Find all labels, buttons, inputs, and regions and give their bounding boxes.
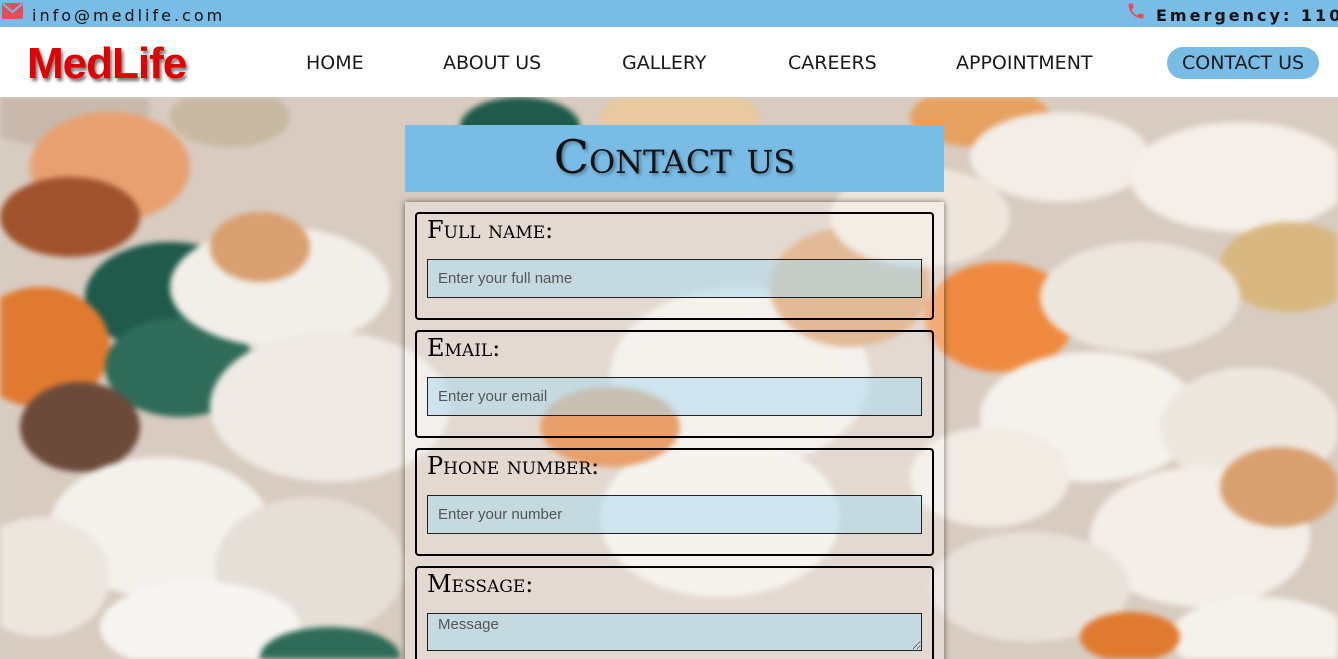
medlife-logo[interactable]: MedLife bbox=[27, 39, 187, 89]
nav-appointment[interactable]: APPOINTMENT bbox=[956, 47, 1093, 79]
full-name-input[interactable] bbox=[427, 259, 922, 298]
nav-contact-us[interactable]: CONTACT US bbox=[1167, 47, 1320, 79]
email-label: Email: bbox=[427, 334, 501, 362]
message-field-group: Message: bbox=[415, 566, 934, 659]
phone-number-label: Phone number: bbox=[427, 452, 600, 480]
emergency-number: Emergency: 1100 bbox=[1156, 6, 1338, 25]
main-navbar: MedLife HOME ABOUT US GALLERY CAREERS AP… bbox=[0, 27, 1338, 97]
phone-icon bbox=[1128, 3, 1144, 19]
message-label: Message: bbox=[427, 570, 534, 598]
nav-careers[interactable]: CAREERS bbox=[788, 47, 877, 79]
hero-section: Contact us Full name: Email: Phone numbe… bbox=[0, 97, 1338, 659]
contact-form: Full name: Email: Phone number: Message: bbox=[405, 202, 944, 659]
contact-us-heading: Contact us bbox=[405, 125, 944, 192]
full-name-label: Full name: bbox=[427, 216, 554, 244]
phone-field-group: Phone number: bbox=[415, 448, 934, 556]
full-name-field-group: Full name: bbox=[415, 212, 934, 320]
contact-email[interactable]: info@medlife.com bbox=[32, 6, 225, 25]
top-info-bar: info@medlife.com Emergency: 1100 bbox=[0, 0, 1338, 27]
message-textarea[interactable] bbox=[427, 613, 922, 651]
email-input[interactable] bbox=[427, 377, 922, 416]
email-field-group: Email: bbox=[415, 330, 934, 438]
nav-about-us[interactable]: ABOUT US bbox=[443, 47, 541, 79]
phone-number-input[interactable] bbox=[427, 495, 922, 534]
nav-gallery[interactable]: GALLERY bbox=[622, 47, 707, 79]
mail-icon bbox=[2, 3, 23, 19]
nav-home[interactable]: HOME bbox=[306, 47, 364, 79]
